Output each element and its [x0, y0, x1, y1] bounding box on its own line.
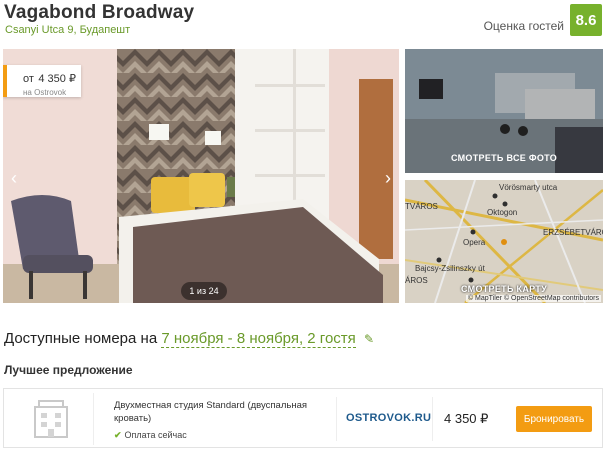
price-from-label: от — [23, 73, 34, 85]
check-icon: ✔ — [114, 430, 122, 440]
offer-price: 4 350 ₽ — [444, 411, 489, 426]
main-photo[interactable]: от 4 350 ₽ на Ostrovok ‹ › 1 из 24 — [3, 49, 399, 303]
best-offer-label: Лучшее предложение — [4, 363, 133, 377]
map-place: Vörösmarty utca — [499, 183, 558, 192]
price-value: 4 350 ₽ — [38, 73, 76, 85]
hotel-icon — [8, 393, 94, 445]
map-place: TVÁROS — [405, 202, 438, 211]
dates-selector[interactable]: 7 ноября - 8 ноября, 2 гостя — [161, 330, 356, 348]
provider-logo: OSTROVOK.RU — [346, 412, 432, 424]
price-source: на Ostrovok — [23, 88, 67, 97]
rating-label: Оценка гостей — [483, 19, 564, 33]
map-label: СМОТРЕТЬ КАРТУ — [460, 284, 548, 294]
pencil-icon[interactable]: ✎ — [364, 332, 374, 346]
payment-info: ✔ Оплата сейчас — [114, 430, 187, 441]
book-button[interactable]: Бронировать — [516, 406, 592, 432]
chevron-right-icon[interactable]: › — [385, 169, 391, 187]
offer-card: Двухместная студия Standard (двуспальная… — [3, 388, 603, 448]
map-attribution[interactable]: © MapTiler © OpenStreetMap contributors — [465, 295, 601, 302]
gallery-counter: 1 из 24 — [181, 282, 227, 300]
divider — [432, 397, 433, 441]
map-button[interactable]: Vörösmarty utca Oktogon TVÁROS ERZSÉBETV… — [405, 180, 603, 303]
map-place: Bajcsy-Zsilinszky út — [415, 264, 485, 273]
rooms-heading: Доступные номера на 7 ноября - 8 ноября,… — [4, 330, 374, 348]
hotel-address[interactable]: Csanyi Utca 9, Будапешт — [5, 24, 130, 36]
map-place: ERZSÉBETVÁROS — [543, 228, 603, 237]
price-tag[interactable]: от 4 350 ₽ на Ostrovok — [3, 65, 81, 97]
rating-badge: 8.6 — [570, 4, 602, 36]
room-name[interactable]: Двухместная студия Standard (двуспальная… — [114, 399, 334, 425]
map-place: Oktogon — [487, 208, 518, 217]
all-photos-label: СМОТРЕТЬ ВСЕ ФОТО — [450, 153, 558, 163]
payment-label: Оплата сейчас — [124, 430, 187, 440]
chevron-left-icon[interactable]: ‹ — [11, 169, 17, 187]
rooms-heading-text: Доступные номера на — [4, 330, 158, 347]
map-place: Opera — [463, 238, 486, 247]
all-photos-button[interactable]: СМОТРЕТЬ ВСЕ ФОТО — [405, 49, 603, 173]
hotel-title: Vagabond Broadway — [4, 2, 195, 23]
divider — [336, 397, 337, 441]
